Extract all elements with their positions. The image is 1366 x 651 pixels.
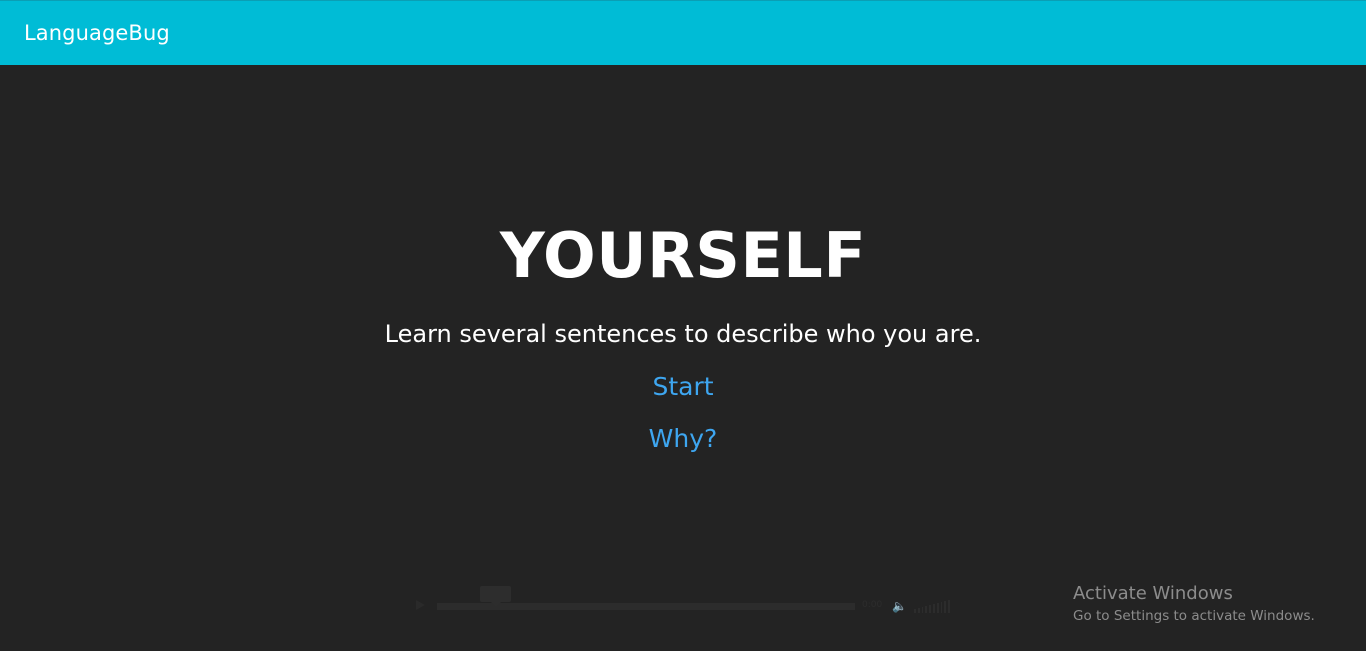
why-link[interactable]: Why? bbox=[649, 424, 718, 453]
lesson-title: YOURSELF bbox=[499, 219, 867, 292]
watermark-subtitle: Go to Settings to activate Windows. bbox=[1073, 608, 1315, 624]
start-link-row: Start bbox=[0, 369, 1366, 405]
lesson-description: Learn several sentences to describe who … bbox=[384, 320, 982, 348]
windows-activation-watermark: Activate Windows Go to Settings to activ… bbox=[1073, 583, 1315, 626]
app-title[interactable]: LanguageBug bbox=[24, 21, 170, 45]
volume-slider[interactable] bbox=[914, 599, 950, 613]
play-icon[interactable] bbox=[416, 600, 425, 610]
app-bar: LanguageBug bbox=[0, 0, 1366, 65]
start-link[interactable]: Start bbox=[652, 372, 713, 401]
audio-player: 0:00 🔈 bbox=[414, 586, 954, 616]
time-display: 0:00 bbox=[862, 600, 883, 610]
progress-thumb[interactable] bbox=[480, 586, 511, 607]
watermark-title: Activate Windows bbox=[1073, 583, 1233, 604]
speaker-icon[interactable]: 🔈 bbox=[892, 599, 907, 613]
why-link-row: Why? bbox=[0, 421, 1366, 457]
